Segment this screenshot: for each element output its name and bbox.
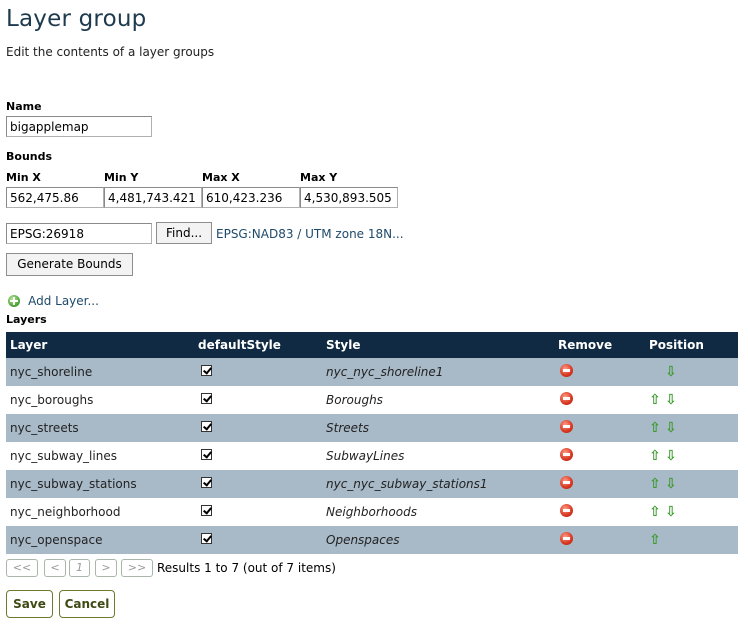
pager-prev-button[interactable]: <	[44, 559, 66, 577]
find-button[interactable]: Find...	[156, 222, 212, 244]
remove-icon[interactable]	[560, 476, 573, 489]
crs-field[interactable]	[6, 223, 152, 244]
table-row: nyc_shorelinenyc_nyc_shoreline1⇧⇩	[6, 358, 738, 386]
layers-table: Layer defaultStyle Style Remove Position…	[6, 332, 738, 554]
style-name[interactable]: Streets	[322, 414, 554, 442]
pager-next-button[interactable]: >	[95, 559, 117, 577]
move-up-icon[interactable]: ⇧	[647, 448, 663, 464]
move-down-icon[interactable]: ⇩	[663, 392, 679, 408]
table-row: nyc_streets Streets ⇧ ⇩	[6, 414, 738, 442]
layer-name: nyc_openspace	[6, 526, 194, 554]
layers-label: Layers	[6, 313, 47, 326]
miny-field[interactable]	[104, 187, 202, 208]
default-style-checkbox[interactable]	[201, 533, 212, 544]
remove-icon[interactable]	[560, 504, 573, 517]
table-row: nyc_subway_stations nyc_nyc_subway_statio…	[6, 470, 738, 498]
move-up-icon[interactable]: ⇧	[647, 532, 663, 548]
pager-first-button[interactable]: <<	[6, 559, 38, 577]
name-label: Name	[6, 100, 42, 113]
maxx-field[interactable]	[202, 187, 300, 208]
miny-label: Min Y	[104, 171, 139, 184]
default-style-checkbox[interactable]	[201, 393, 212, 404]
default-style-checkbox[interactable]	[201, 449, 212, 460]
remove-icon[interactable]	[560, 392, 573, 405]
header-layer[interactable]: Layer	[6, 332, 194, 358]
table-row: nyc_boroughs Boroughs ⇧ ⇩	[6, 386, 738, 414]
bounds-label: Bounds	[6, 150, 53, 163]
default-style-checkbox[interactable]	[201, 365, 212, 376]
move-down-icon[interactable]: ⇩	[663, 420, 679, 436]
cancel-button[interactable]: Cancel	[59, 590, 115, 618]
maxy-label: Max Y	[300, 171, 338, 184]
table-header-row: Layer defaultStyle Style Remove Position	[6, 332, 738, 358]
add-icon	[8, 294, 20, 307]
style-name[interactable]: Openspaces	[322, 526, 554, 554]
header-remove: Remove	[554, 332, 645, 358]
style-name[interactable]: SubwayLines	[322, 442, 554, 470]
name-field[interactable]	[6, 116, 152, 137]
minx-field[interactable]	[6, 187, 104, 208]
maxy-field[interactable]	[300, 187, 398, 208]
style-name[interactable]: nyc_nyc_subway_stations1	[322, 470, 554, 498]
default-style-checkbox[interactable]	[201, 477, 212, 488]
save-button[interactable]: Save	[6, 590, 53, 618]
remove-icon[interactable]	[560, 448, 573, 461]
style-name[interactable]: Boroughs	[322, 386, 554, 414]
crs-link[interactable]: EPSG:NAD83 / UTM zone 18N...	[216, 227, 404, 241]
table-row: nyc_openspace Openspaces ⇧	[6, 526, 738, 554]
layer-name: nyc_neighborhood	[6, 498, 194, 526]
layer-name: nyc_shoreline	[6, 358, 194, 386]
header-position: Position	[645, 332, 738, 358]
header-style[interactable]: Style	[322, 332, 554, 358]
add-layer-link[interactable]: Add Layer...	[8, 290, 99, 309]
page-title: Layer group	[6, 6, 147, 32]
style-name[interactable]: nyc_nyc_shoreline1	[322, 358, 554, 386]
page-description: Edit the contents of a layer groups	[6, 45, 215, 59]
add-layer-label: Add Layer...	[28, 294, 99, 308]
move-up-icon[interactable]: ⇧	[647, 504, 663, 520]
default-style-checkbox[interactable]	[201, 505, 212, 516]
layer-name: nyc_streets	[6, 414, 194, 442]
move-up-icon[interactable]: ⇧	[647, 392, 663, 408]
move-down-icon[interactable]: ⇩	[663, 476, 679, 492]
table-row: nyc_neighborhood Neighborhoods ⇧ ⇩	[6, 498, 738, 526]
layer-name: nyc_subway_stations	[6, 470, 194, 498]
style-name[interactable]: Neighborhoods	[322, 498, 554, 526]
default-style-checkbox[interactable]	[201, 421, 212, 432]
layer-name: nyc_subway_lines	[6, 442, 194, 470]
layer-name: nyc_boroughs	[6, 386, 194, 414]
remove-icon[interactable]	[560, 420, 573, 433]
pager-page-button[interactable]: 1	[69, 559, 90, 577]
remove-icon[interactable]	[560, 364, 573, 377]
remove-icon[interactable]	[560, 532, 573, 545]
table-row: nyc_subway_lines SubwayLines ⇧ ⇩	[6, 442, 738, 470]
header-default-style[interactable]: defaultStyle	[194, 332, 322, 358]
move-down-icon[interactable]: ⇩	[663, 448, 679, 464]
move-down-icon[interactable]: ⇩	[663, 364, 679, 380]
maxx-label: Max X	[202, 171, 240, 184]
move-up-icon[interactable]: ⇧	[647, 476, 663, 492]
move-down-icon[interactable]: ⇩	[663, 504, 679, 520]
generate-bounds-button[interactable]: Generate Bounds	[6, 253, 133, 276]
minx-label: Min X	[6, 171, 41, 184]
results-summary: Results 1 to 7 (out of 7 items)	[157, 561, 336, 575]
pager-last-button[interactable]: >>	[121, 559, 153, 577]
move-up-icon[interactable]: ⇧	[647, 420, 663, 436]
